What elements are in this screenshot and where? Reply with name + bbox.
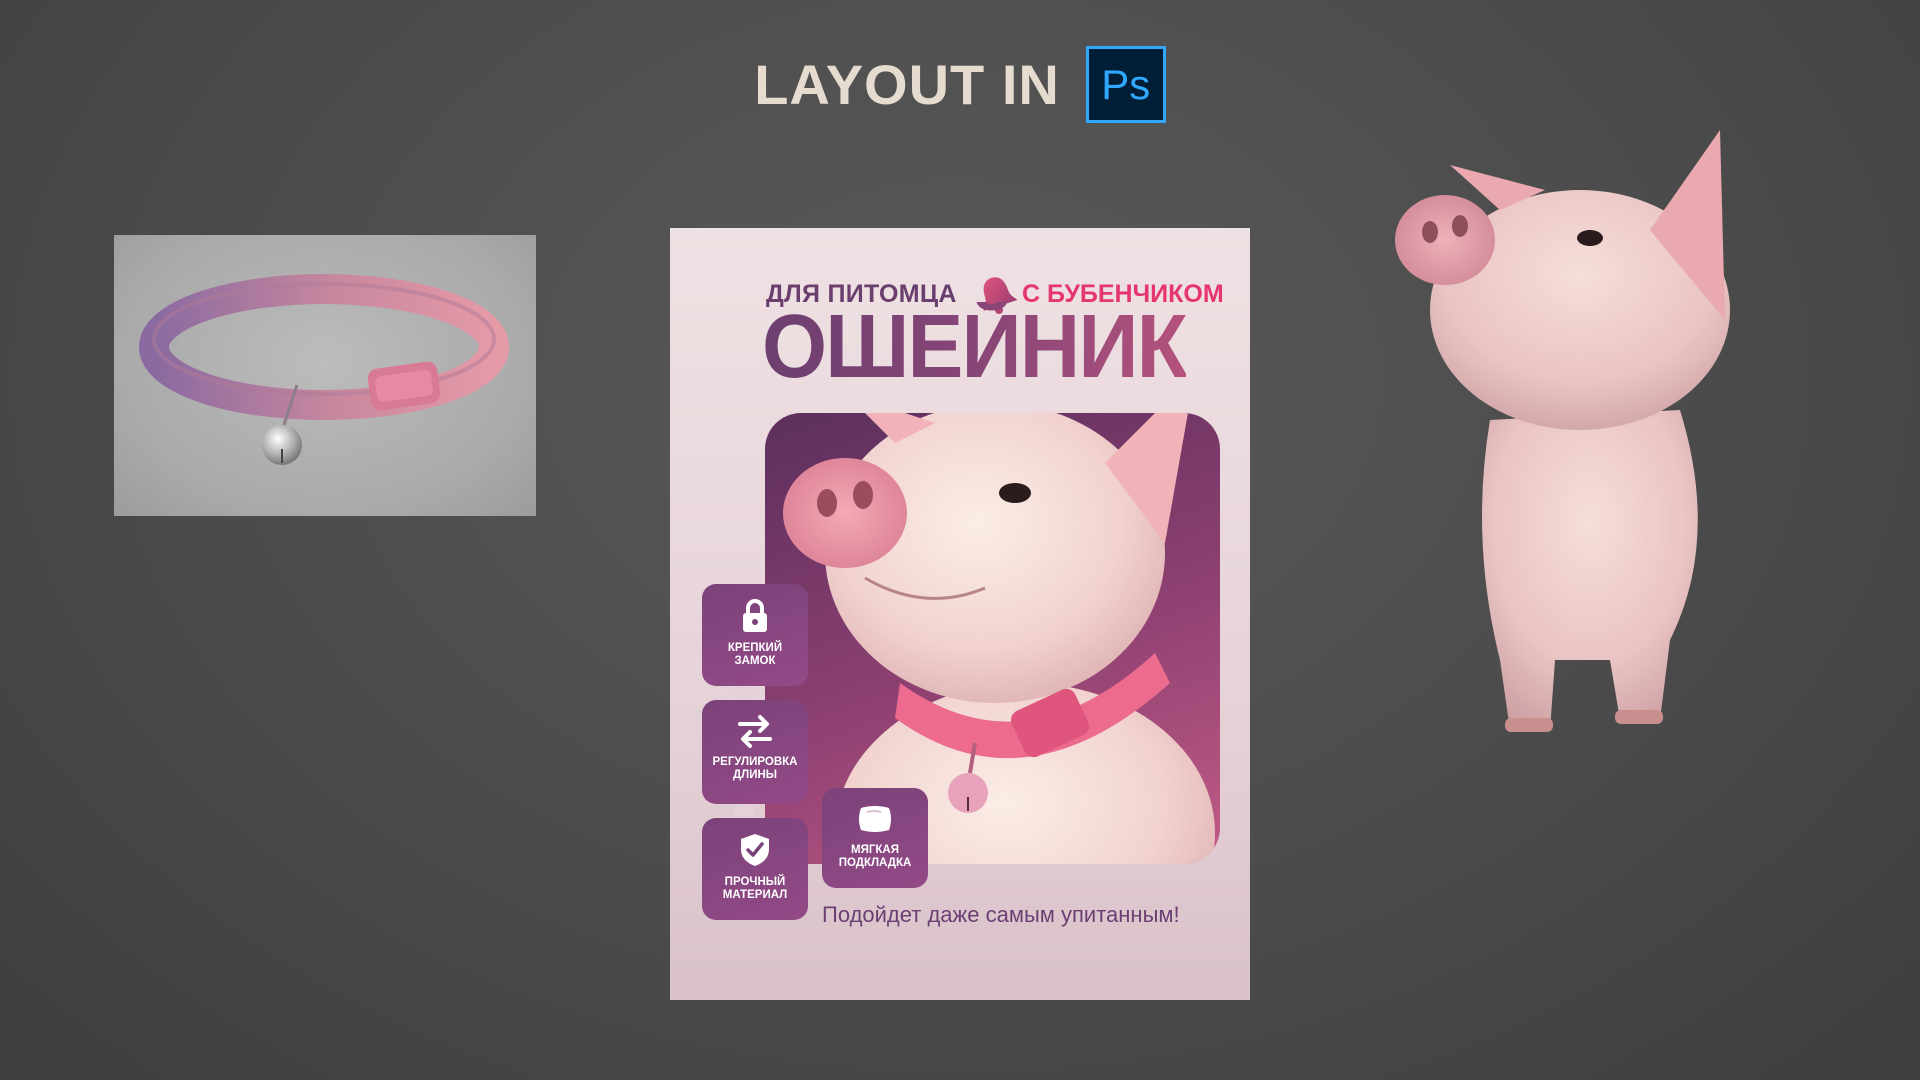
- poster-layout: ДЛЯ ПИТОМЦА С БУБЕНЧИКОМ ОШЕЙНИК КРЕПКИЙ…: [670, 228, 1250, 1000]
- feature-label: МЯГКАЯ ПОДКЛАДКА: [838, 844, 912, 869]
- collar-illustration: [139, 274, 509, 465]
- page-header: LAYOUT IN Ps: [0, 46, 1920, 123]
- poster-tagline: Подойдет даже самым упитанным!: [822, 902, 1180, 927]
- lock-icon: [743, 599, 767, 632]
- pig-reference-image: [1395, 130, 1730, 732]
- photoshop-logo-icon: Ps: [1085, 46, 1166, 123]
- badge-connector: [734, 686, 754, 700]
- feature-durable-material: ПРОЧНЫЙ МАТЕРИАЛ: [702, 818, 808, 920]
- pillow-icon: [859, 806, 891, 832]
- feature-label: ПРОЧНЫЙ МАТЕРИАЛ: [722, 876, 788, 901]
- header-title: LAYOUT IN: [754, 53, 1060, 116]
- poster-headline: ОШЕЙНИК: [762, 297, 1188, 397]
- swap-arrows-icon: [738, 715, 772, 748]
- feature-label: РЕГУЛИРОВКА ДЛИНЫ: [712, 756, 798, 781]
- feature-adjustable-length: РЕГУЛИРОВКА ДЛИНЫ: [702, 700, 808, 804]
- feature-label: КРЕПКИЙ ЗАМОК: [727, 642, 783, 667]
- shield-check-icon: [741, 834, 769, 866]
- feature-soft-padding: МЯГКАЯ ПОДКЛАДКА: [822, 788, 928, 888]
- collar-reference-image: [114, 235, 536, 516]
- badge-connector: [734, 804, 754, 818]
- feature-strong-lock: КРЕПКИЙ ЗАМОК: [702, 584, 808, 686]
